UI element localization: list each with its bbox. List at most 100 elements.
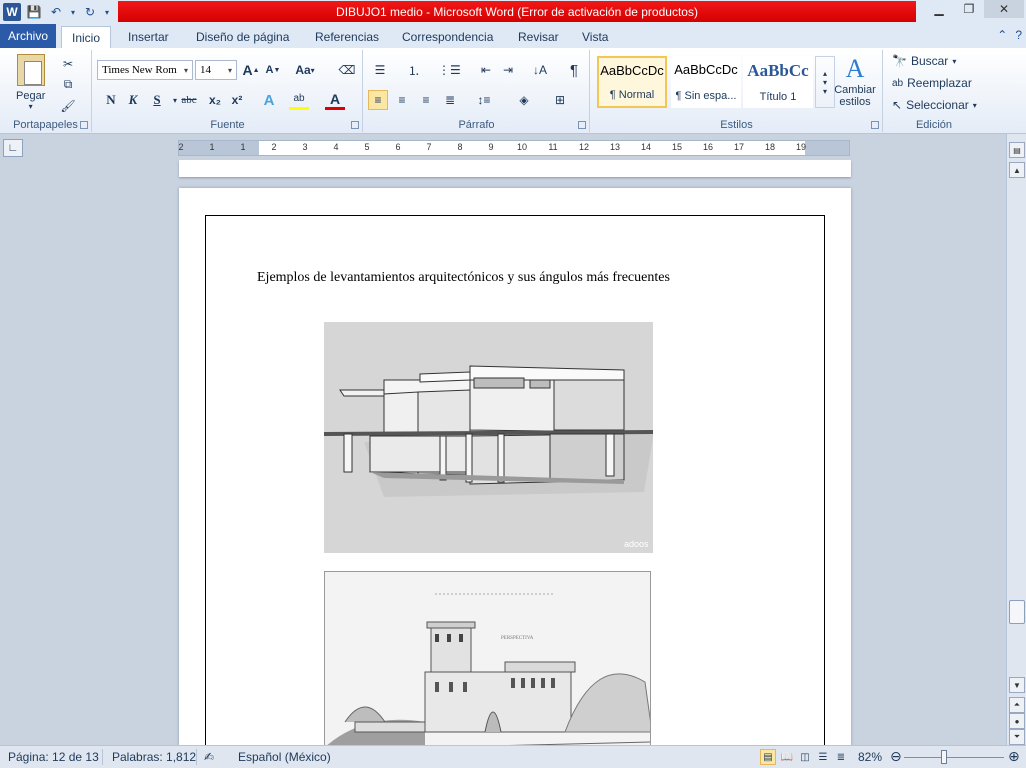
tab-inicio[interactable]: Inicio (61, 26, 112, 48)
text-effects-icon[interactable]: A (259, 90, 279, 110)
minimize-ribbon-icon[interactable]: ⌃ (997, 28, 1007, 42)
copy-icon[interactable]: ⧉ (58, 74, 78, 94)
font-launcher-icon[interactable] (351, 121, 359, 129)
superscript-button[interactable]: x² (227, 90, 247, 110)
horizontal-ruler[interactable]: 2 1 1 2 3 4 5 6 7 8 9 10 11 12 13 14 15 16 17 18 19 (178, 140, 850, 156)
tab-diseno-pagina[interactable]: Diseño de página (186, 26, 299, 48)
borders-icon[interactable]: ⊞ (550, 90, 570, 110)
multilevel-list-icon[interactable]: ⋮☰ (438, 60, 461, 80)
customize-qat-icon[interactable]: ▾ (102, 2, 112, 22)
help-icon[interactable]: ? (1015, 28, 1022, 42)
numbering-icon[interactable]: ⒈ (404, 60, 424, 80)
print-layout-icon[interactable]: ▤ (760, 749, 776, 765)
tab-revisar[interactable]: Revisar (508, 26, 569, 48)
document-area[interactable]: Ejemplos de levantamientos arquitectónic… (0, 160, 1006, 745)
find-button[interactable]: 🔭 Buscar ▾ (892, 54, 956, 68)
paragraph-launcher-icon[interactable] (578, 121, 586, 129)
minimize-icon[interactable]: ▁ (924, 0, 954, 18)
shading-icon[interactable]: ◈ (514, 90, 534, 110)
ribbon: Pegar ▾ ✂ ⧉ 🖌 Portapapeles Times New Rom… (0, 48, 1026, 134)
ruler-tick: 7 (426, 142, 432, 152)
zoom-out-icon[interactable]: ⊖ (890, 748, 902, 765)
bold-button[interactable]: N (101, 90, 121, 110)
increase-indent-icon[interactable]: ⇥ (498, 60, 518, 80)
close-icon[interactable]: ✕ (984, 0, 1024, 18)
word-count[interactable]: Palabras: 1,812 (112, 750, 196, 764)
paste-button[interactable]: Pegar ▾ (16, 54, 45, 111)
outline-icon[interactable]: ☰ (815, 749, 831, 765)
align-center-icon[interactable]: ≡ (392, 90, 412, 110)
tab-archivo[interactable]: Archivo (0, 24, 56, 48)
restore-icon[interactable]: ❐ (954, 0, 984, 18)
previous-page-icon[interactable]: ⏶ (1009, 697, 1025, 713)
proofing-icon[interactable]: ✍ (204, 750, 214, 764)
building-engraving-image[interactable]: PERSPECTIVA (324, 571, 651, 745)
page-indicator[interactable]: Página: 12 de 13 (8, 750, 99, 764)
scroll-up-icon[interactable]: ▲ (1009, 162, 1025, 178)
italic-button[interactable]: K (123, 90, 143, 110)
clipboard-launcher-icon[interactable] (80, 121, 88, 129)
zoom-slider[interactable] (904, 757, 1004, 758)
font-color-icon[interactable]: A (325, 90, 345, 110)
document-heading[interactable]: Ejemplos de levantamientos arquitectónic… (257, 270, 670, 286)
zoom-level[interactable]: 82% (858, 750, 882, 764)
document-page[interactable]: Ejemplos de levantamientos arquitectónic… (179, 188, 851, 745)
cut-icon[interactable]: ✂ (58, 54, 78, 74)
align-right-icon[interactable]: ≡ (416, 90, 436, 110)
building-3d-image[interactable]: adoos (324, 322, 653, 553)
strikethrough-button[interactable]: abc (179, 90, 199, 110)
draft-icon[interactable]: ≣ (833, 749, 849, 765)
sort-icon[interactable]: ↓A (530, 60, 550, 80)
zoom-in-icon[interactable]: ⊕ (1008, 748, 1020, 765)
grow-font-icon[interactable]: A ▲ (241, 60, 261, 80)
web-layout-icon[interactable]: ◫ (797, 749, 813, 765)
style-sin-espaciado[interactable]: AaBbCcDc ¶ Sin espa... (671, 56, 741, 108)
full-screen-reading-icon[interactable]: 📖 (779, 749, 795, 765)
highlight-icon[interactable]: ab (289, 90, 309, 110)
group-styles: AaBbCcDc ¶ Normal AaBbCcDc ¶ Sin espa...… (591, 50, 883, 132)
browse-object-icon[interactable]: ● (1009, 713, 1025, 729)
format-painter-icon[interactable]: 🖌 (58, 96, 78, 116)
save-icon[interactable]: 💾 (24, 2, 44, 22)
zoom-slider-thumb[interactable] (941, 750, 947, 764)
vertical-scrollbar[interactable]: ▤ ▲ ▼ ⏶ ● ⏷ (1006, 134, 1026, 745)
show-formatting-icon[interactable]: ¶ (564, 60, 584, 80)
ruler-tick: 5 (364, 142, 370, 152)
bullets-icon[interactable]: ☰ (370, 60, 390, 80)
ruler-tick: 18 (764, 142, 776, 152)
tab-referencias[interactable]: Referencias (305, 26, 389, 48)
tab-vista[interactable]: Vista (572, 26, 618, 48)
undo-icon[interactable]: ↶ (46, 2, 66, 22)
clear-formatting-icon[interactable]: ⌫ (337, 60, 357, 80)
font-name-combo[interactable]: Times New Rom ▾ (97, 60, 193, 80)
view-ruler-icon[interactable]: ▤ (1009, 142, 1025, 158)
scroll-down-icon[interactable]: ▼ (1009, 677, 1025, 693)
styles-launcher-icon[interactable] (871, 121, 879, 129)
align-left-icon[interactable]: ≡ (368, 90, 388, 110)
underline-button[interactable]: S (147, 90, 167, 110)
tab-insertar[interactable]: Insertar (118, 26, 179, 48)
shrink-font-icon[interactable]: A ▼ (263, 60, 283, 80)
language-indicator[interactable]: Español (México) (238, 750, 331, 764)
redo-icon[interactable]: ↻ (80, 2, 100, 22)
justify-icon[interactable]: ≣ (440, 90, 460, 110)
tab-correspondencia[interactable]: Correspondencia (392, 26, 503, 48)
select-button[interactable]: ↖ Seleccionar ▾ (892, 98, 977, 112)
word-app-icon[interactable]: W (2, 2, 22, 22)
style-titulo-1[interactable]: AaBbCc Título 1 (743, 56, 813, 108)
next-page-icon[interactable]: ⏷ (1009, 729, 1025, 745)
change-styles-button[interactable]: A Cambiar estilos (831, 54, 879, 108)
tab-selector-icon[interactable]: ∟ (3, 139, 23, 157)
ruler-tick: 6 (395, 142, 401, 152)
replace-button[interactable]: ab Reemplazar (892, 76, 972, 90)
cursor-icon: ↖ (892, 98, 903, 112)
change-case-button[interactable]: Aa ▾ (295, 60, 315, 80)
line-spacing-icon[interactable]: ↕≡ (474, 90, 494, 110)
decrease-indent-icon[interactable]: ⇤ (476, 60, 496, 80)
scrollbar-thumb[interactable] (1009, 600, 1025, 624)
group-editing: 🔭 Buscar ▾ ab Reemplazar ↖ Seleccionar ▾ Edic… (892, 54, 977, 131)
subscript-button[interactable]: x₂ (205, 90, 225, 110)
undo-dropdown-icon[interactable]: ▾ (68, 2, 78, 22)
style-normal[interactable]: AaBbCcDc ¶ Normal (597, 56, 667, 108)
font-size-combo[interactable]: 14 ▾ (195, 60, 237, 80)
